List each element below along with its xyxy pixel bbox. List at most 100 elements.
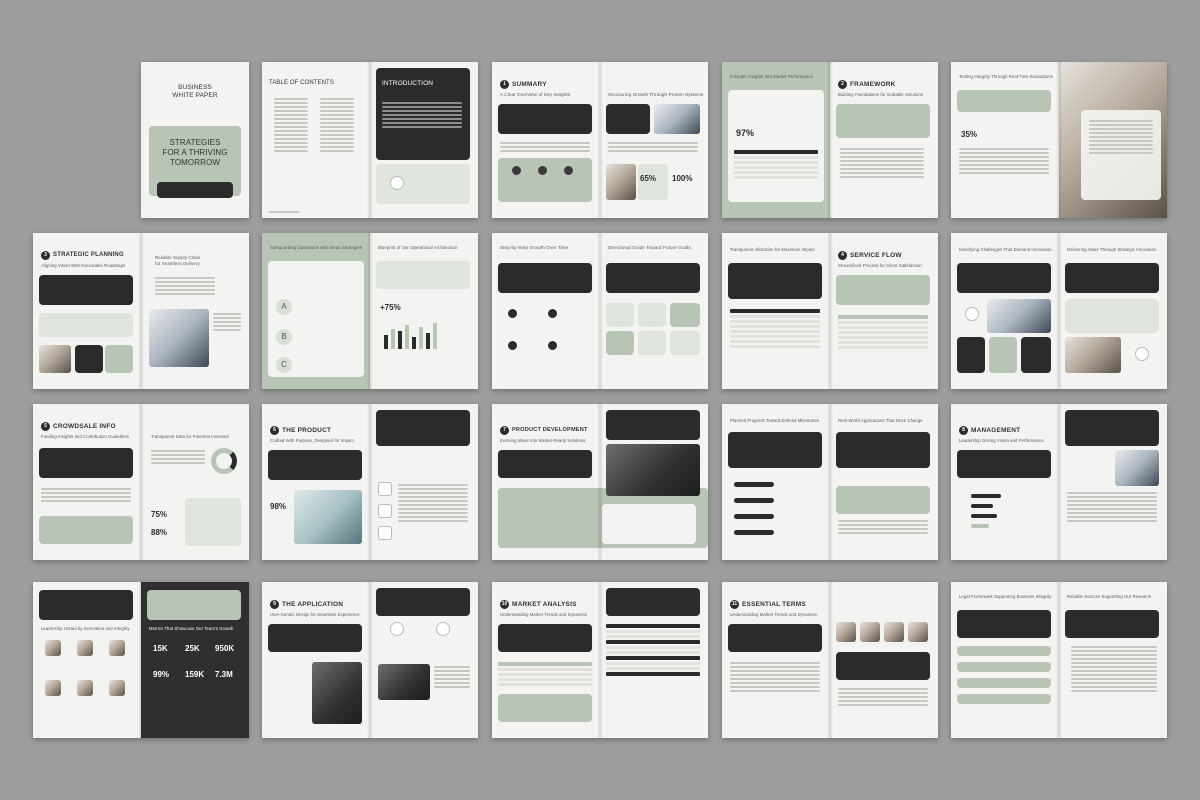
cover-dark-band [157, 182, 233, 198]
crowdsale-donut-chart [211, 448, 237, 474]
intro-badge-icon [390, 176, 404, 190]
spread-framework[interactable]: In-Depth Insights Into Market Performanc… [722, 62, 938, 218]
spread-product-development[interactable]: 7 PRODUCT DEVELOPMENT Evolving Ideas Int… [492, 404, 708, 560]
strategic-right-title-2: for Seamless Delivery [155, 261, 200, 266]
section-number: 2 [838, 80, 847, 89]
section-number: 11 [730, 600, 739, 609]
metric-5: 159K [185, 670, 205, 679]
application-photo-laptop [378, 664, 430, 700]
spread-team[interactable]: Leadership United by Innovation and Inte… [33, 582, 249, 738]
mockup-canvas: { "cover": { "title_line1": "BUSINESS", … [0, 0, 1200, 800]
section-subtitle: Understanding Market Trends and Dynamics [730, 612, 817, 617]
summary-photo-team [654, 104, 700, 134]
section-subtitle: Understanding Market Trends and Dynamics [500, 612, 587, 617]
operations-left-title: Safeguarding Operations with Smart Strat… [270, 245, 363, 250]
crowdsale-stat-1: 75% [151, 510, 168, 519]
development-photo-laptop [606, 444, 700, 496]
team-right-title: Metrics That Showcase Our Team's Growth [149, 626, 234, 631]
section-title: MARKET ANALYSIS [512, 601, 577, 608]
cover-title-1: BUSINESS [178, 84, 212, 91]
section-subtitle: User-Centric Design for Seamless Experie… [270, 612, 360, 617]
spread-management[interactable]: 8 MANAGEMENT Leadership Driving Vision a… [951, 404, 1167, 560]
section-subtitle: Funding Insights and Contribution Guidel… [41, 434, 129, 439]
challenges-left-title: Identifying Challenges That Demand Innov… [959, 247, 1052, 252]
application-photo-phone [312, 662, 362, 724]
strategic-photo-man [149, 309, 209, 367]
section-number: 4 [838, 251, 847, 260]
letter-a: A [276, 299, 292, 315]
spread-toc-introduction[interactable]: TABLE OF CONTENTS INTRODUCTION [262, 62, 478, 218]
spread-operations[interactable]: Safeguarding Operations with Smart Strat… [262, 233, 478, 389]
spread-testing[interactable]: Testing Integrity Through Real-Time Eval… [951, 62, 1167, 218]
section-subtitle: Crafted With Purpose, Designed for Impac… [270, 438, 354, 443]
spread-market-analysis[interactable]: 10 MARKET ANALYSIS Understanding Market … [492, 582, 708, 738]
cover-headline-2: FOR A THRIVING [162, 148, 228, 157]
summary-stat-1: 65% [640, 174, 657, 183]
section-title: STRATEGIC PLANNING [53, 252, 124, 258]
summary-photo [606, 164, 636, 200]
section-subtitle: Aligning Vision With Executable Roadmaps [41, 263, 126, 268]
summary-right-title: Structuring Growth Through Proven System… [608, 92, 704, 97]
cover-page[interactable]: BUSINESS WHITE PAPER STRATEGIES FOR A TH… [141, 62, 249, 218]
toc-list-left [274, 98, 308, 154]
spread-strategic-planning[interactable]: 3 STRATEGIC PLANNING Aligning Vision Wit… [33, 233, 249, 389]
product-stat: 98% [270, 502, 287, 511]
section-title: SUMMARY [512, 81, 547, 88]
framework-stat: 97% [736, 128, 755, 138]
metric-2: 25K [185, 644, 200, 653]
testing-stat: 35% [961, 130, 978, 139]
operations-right-title: Blueprint of Our Operational Architectur… [378, 245, 458, 250]
strategic-photo [39, 345, 71, 373]
section-number: 6 [270, 426, 279, 435]
spread-the-product[interactable]: 6 THE PRODUCT Crafted With Purpose, Desi… [262, 404, 478, 560]
service-left-title: Transparent Allocation for Maximum Impac… [730, 247, 815, 252]
challenges-photo-man [1065, 337, 1121, 373]
section-title: MANAGEMENT [971, 427, 1021, 434]
section-subtitle: A Clear Overview of Key Insights [500, 92, 571, 97]
intro-title: INTRODUCTION [382, 80, 434, 87]
strategic-right-title-1: Reliable Supply Chain [155, 255, 201, 260]
spread-service-flow[interactable]: Transparent Allocation for Maximum Impac… [722, 233, 938, 389]
section-title: THE APPLICATION [282, 601, 344, 608]
summary-stat-2: 100% [672, 174, 693, 183]
milestones-left-title: Planned Progress Toward Defined Mileston… [730, 418, 819, 423]
section-number: 7 [500, 426, 509, 435]
section-subtitle: Building Foundations for Scalable Soluti… [838, 92, 924, 97]
metric-4: 99% [153, 670, 170, 679]
crowdsale-right-title: Transparent Data for Potential Investors [151, 434, 230, 439]
metric-6: 7.3M [215, 670, 233, 679]
spread-legal[interactable]: Legal Framework Supporting Business Inte… [951, 582, 1167, 738]
spread-milestones[interactable]: Planned Progress Toward Defined Mileston… [722, 404, 938, 560]
framework-left-title: In-Depth Insights Into Market Performanc… [730, 74, 813, 79]
operations-bar-chart [384, 321, 437, 349]
spread-growth[interactable]: Step-by-Step Growth Over Time Directiona… [492, 233, 708, 389]
section-subtitle: Evolving Ideas Into Market-Ready Solutio… [500, 438, 586, 443]
metric-3: 950K [215, 644, 235, 653]
spread-the-application[interactable]: 9 THE APPLICATION User-Centric Design fo… [262, 582, 478, 738]
section-number: 1 [500, 80, 509, 89]
testing-title: Testing Integrity Through Real-Time Eval… [959, 74, 1053, 79]
spread-essential-terms[interactable]: 11 ESSENTIAL TERMS Understanding Market … [722, 582, 938, 738]
cover-title-2: WHITE PAPER [172, 92, 218, 99]
section-subtitle: Streamlined Process for Client Satisfact… [838, 263, 922, 268]
toc-list-right [320, 98, 354, 154]
crowdsale-stat-2: 88% [151, 528, 168, 537]
growth-right-title: Directional Guide Toward Future Goals [608, 245, 691, 250]
service-table [730, 309, 820, 350]
section-number: 3 [41, 251, 50, 260]
section-title: PRODUCT DEVELOPMENT [512, 427, 588, 433]
spread-crowdsale[interactable]: 5 CROWDSALE INFO Funding Insights and Co… [33, 404, 249, 560]
spread-summary[interactable]: 1 SUMMARY A Clear Overview of Key Insigh… [492, 62, 708, 218]
section-number: 5 [41, 422, 50, 431]
milestones-right-title: Real-World Applications That Drive Chang… [838, 418, 923, 423]
metric-1: 15K [153, 644, 168, 653]
challenges-right-title: Delivering Value Through Strategic Innov… [1067, 247, 1157, 252]
letter-c: C [276, 357, 292, 373]
section-title: THE PRODUCT [282, 427, 332, 434]
section-title: FRAMEWORK [850, 81, 896, 88]
section-number: 8 [959, 426, 968, 435]
section-number: 10 [500, 600, 509, 609]
cover-headline-1: STRATEGIES [169, 138, 221, 147]
spread-challenges[interactable]: Identifying Challenges That Demand Innov… [951, 233, 1167, 389]
team-left-title: Leadership United by Innovation and Inte… [41, 626, 130, 631]
